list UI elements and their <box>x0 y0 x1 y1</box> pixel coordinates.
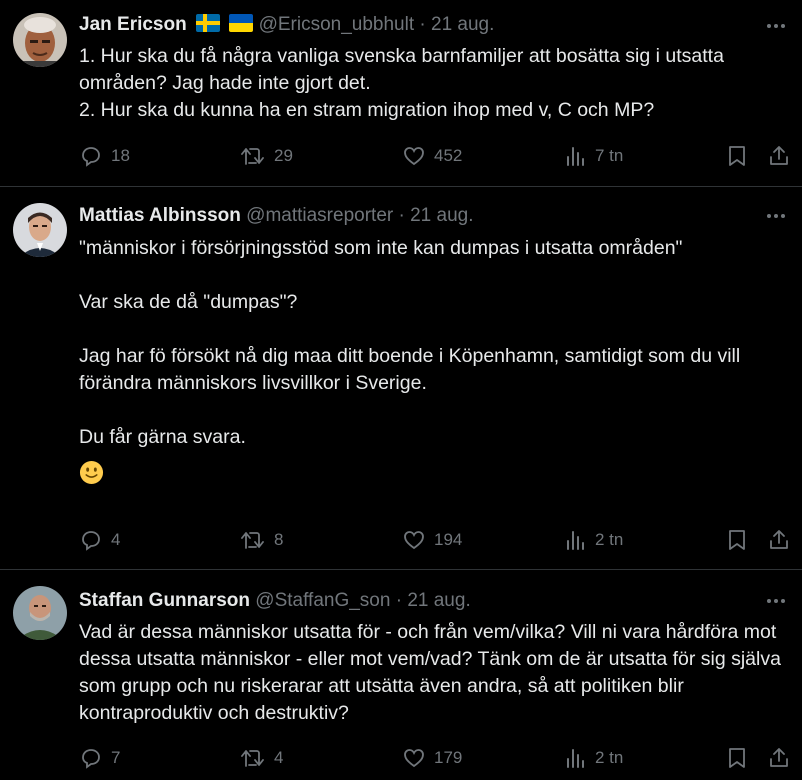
share-icon <box>770 530 788 549</box>
share-button[interactable] <box>766 141 792 171</box>
sweden-flag-icon <box>196 14 220 32</box>
retweet-icon <box>241 750 264 767</box>
tweet-mattias-albinsson[interactable]: Mattias Albinsson @mattiasreporter · 21 … <box>0 188 802 570</box>
view-count: 2 tn <box>595 748 624 767</box>
share-button[interactable] <box>766 743 792 773</box>
ukraine-flag-icon <box>229 14 254 32</box>
heart-icon <box>404 749 424 768</box>
reply-count: 4 <box>111 530 121 549</box>
like-count: 179 <box>434 748 463 767</box>
tweet-text: Vad är dessa människor utsatta för - och… <box>79 619 787 727</box>
bookmark-icon <box>729 748 745 768</box>
retweet-button[interactable]: 29 <box>240 141 293 171</box>
author-handle[interactable]: @StaffanG_son <box>255 590 390 611</box>
view-count: 2 tn <box>595 530 624 549</box>
retweet-count: 29 <box>274 146 293 165</box>
reply-button[interactable]: 18 <box>79 141 130 171</box>
like-button[interactable]: 452 <box>402 141 462 171</box>
author-name[interactable]: Mattias Albinsson <box>79 205 241 226</box>
tweet-paragraph: Du får gärna svara. <box>79 426 246 448</box>
author-handle[interactable]: @Ericson_ubbhult <box>259 14 415 35</box>
separator-dot: · <box>395 590 403 611</box>
author-handle[interactable]: @mattiasreporter <box>246 205 393 226</box>
avatar[interactable] <box>13 586 67 640</box>
reply-count: 18 <box>111 146 130 165</box>
avatar[interactable] <box>13 13 67 67</box>
tweet-date[interactable]: 21 aug. <box>407 590 470 611</box>
views-button[interactable]: 2 tn <box>565 743 623 773</box>
heart-icon <box>404 531 424 550</box>
bookmark-button[interactable] <box>724 525 750 555</box>
tweet-header: Jan Ericson @Ericson_ubbhult · 21 aug. <box>79 13 494 37</box>
more-options-icon[interactable] <box>764 589 788 613</box>
bookmark-icon <box>729 530 745 550</box>
tweet-staffan-gunnarson[interactable]: Staffan Gunnarson @StaffanG_son · 21 aug… <box>0 571 802 780</box>
bookmark-button[interactable] <box>724 743 750 773</box>
slightly-smiling-face-emoji-icon <box>79 460 104 485</box>
bookmark-icon <box>729 146 745 166</box>
views-chart-icon <box>567 749 584 768</box>
tweet-text-line: 1. Hur ska du få några vanliga svenska b… <box>79 45 724 94</box>
avatar-image <box>13 203 67 257</box>
view-count: 7 tn <box>595 146 624 165</box>
tweet-actions: 18 29 452 7 tn <box>0 141 802 171</box>
retweet-count: 4 <box>274 748 284 767</box>
retweet-button[interactable]: 8 <box>240 525 283 555</box>
tweet-text-line: 2. Hur ska du kunna ha en stram migratio… <box>79 99 655 121</box>
reply-button[interactable]: 4 <box>79 525 120 555</box>
retweet-count: 8 <box>274 530 284 549</box>
tweet-text: "människor i försörjningsstöd som inte k… <box>79 235 787 493</box>
separator-dot: · <box>419 14 426 35</box>
retweet-icon <box>241 148 264 165</box>
tweet-actions: 7 4 179 2 tn <box>0 743 802 773</box>
reply-count: 7 <box>111 748 121 767</box>
tweet-paragraph: Var ska de då "dumpas"? <box>79 291 298 313</box>
avatar-image <box>13 13 67 67</box>
author-name[interactable]: Staffan Gunnarson <box>79 590 250 611</box>
reply-icon <box>82 749 100 769</box>
reply-icon <box>82 531 100 551</box>
tweet-jan-ericson[interactable]: Jan Ericson @Ericson_ubbhult · 21 aug. 1… <box>0 0 802 187</box>
retweet-button[interactable]: 4 <box>240 743 283 773</box>
views-chart-icon <box>567 531 584 550</box>
views-chart-icon <box>567 147 584 166</box>
tweet-header: Mattias Albinsson @mattiasreporter · 21 … <box>79 204 474 228</box>
separator-dot: · <box>398 205 405 226</box>
author-name[interactable]: Jan Ericson <box>79 14 187 35</box>
reply-button[interactable]: 7 <box>79 743 120 773</box>
more-options-icon[interactable] <box>764 204 788 228</box>
share-icon <box>770 146 788 165</box>
tweet-paragraph: "människor i försörjningsstöd som inte k… <box>79 237 683 259</box>
avatar-image <box>13 586 67 640</box>
tweet-paragraph: Jag har fö försökt nå dig maa ditt boend… <box>79 345 741 394</box>
tweet-date[interactable]: 21 aug. <box>410 205 473 226</box>
bookmark-button[interactable] <box>724 141 750 171</box>
avatar[interactable] <box>13 203 67 257</box>
share-button[interactable] <box>766 525 792 555</box>
tweet-text: 1. Hur ska du få några vanliga svenska b… <box>79 43 787 124</box>
reply-icon <box>82 147 100 167</box>
heart-icon <box>404 147 424 166</box>
like-button[interactable]: 194 <box>402 525 462 555</box>
like-button[interactable]: 179 <box>402 743 462 773</box>
like-count: 194 <box>434 530 463 549</box>
views-button[interactable]: 7 tn <box>565 141 623 171</box>
more-options-icon[interactable] <box>764 14 788 38</box>
tweet-actions: 4 8 194 2 tn <box>0 525 802 555</box>
tweet-paragraph: Vad är dessa människor utsatta för - och… <box>79 621 781 724</box>
retweet-icon <box>241 532 264 549</box>
share-icon <box>770 748 788 767</box>
views-button[interactable]: 2 tn <box>565 525 623 555</box>
like-count: 452 <box>434 146 463 165</box>
tweet-date[interactable]: 21 aug. <box>431 14 494 35</box>
tweet-header: Staffan Gunnarson @StaffanG_son · 21 aug… <box>79 589 471 613</box>
